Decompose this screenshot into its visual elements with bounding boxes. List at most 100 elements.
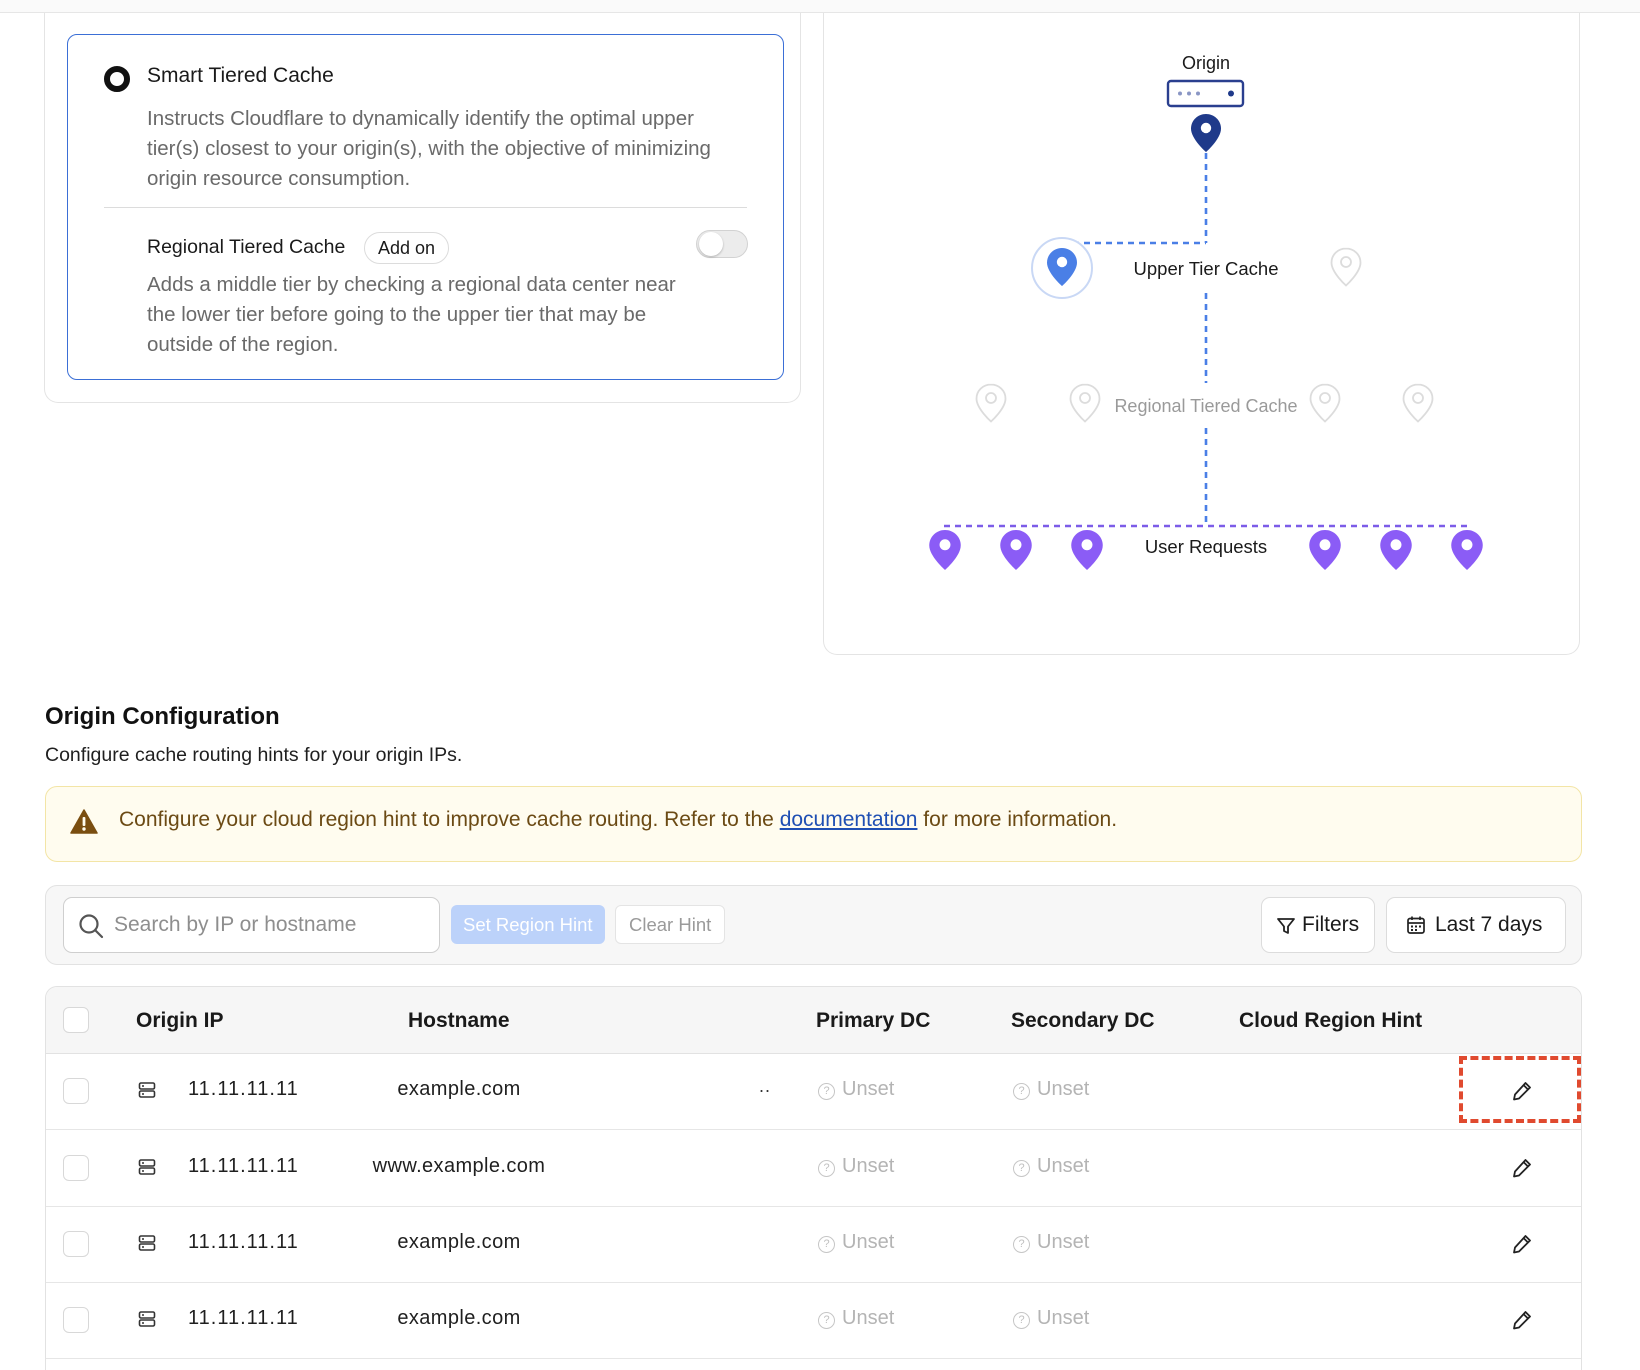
calendar-icon bbox=[1407, 916, 1425, 934]
regional-pin-icon bbox=[1402, 383, 1434, 423]
table-header: Origin IP Hostname Primary DC Secondary … bbox=[46, 987, 1581, 1054]
primary-dc-value: Unset bbox=[842, 1078, 895, 1100]
origin-label: Origin bbox=[1182, 53, 1230, 73]
origin-server-icon bbox=[1166, 79, 1245, 108]
server-icon bbox=[138, 1235, 156, 1251]
top-bar bbox=[0, 0, 1640, 13]
table-row[interactable]: 11.11.11.11 example.com ? Unset ? Unset bbox=[46, 1207, 1581, 1283]
region-hint-alert: Configure your cloud region hint to impr… bbox=[45, 786, 1582, 862]
help-circle-icon: ? bbox=[818, 1236, 835, 1253]
origin-ip-cell: 11.11.11.11 bbox=[188, 1078, 299, 1100]
option-divider bbox=[104, 207, 747, 208]
smart-tiered-cache-radio[interactable] bbox=[104, 66, 130, 92]
user-pin-icon bbox=[1071, 530, 1103, 570]
secondary-dc-value: Unset bbox=[1037, 1307, 1090, 1329]
smart-tiered-cache-title: Smart Tiered Cache bbox=[147, 64, 334, 87]
secondary-dc-value: Unset bbox=[1037, 1155, 1090, 1177]
alert-text-before: Configure your cloud region hint to impr… bbox=[119, 808, 780, 831]
diagram-connectors bbox=[1062, 153, 1208, 526]
edit-pencil-icon[interactable] bbox=[1511, 1233, 1533, 1255]
origin-table: Origin IP Hostname Primary DC Secondary … bbox=[45, 986, 1582, 1370]
header-origin-ip[interactable]: Origin IP bbox=[136, 1009, 224, 1033]
help-circle-icon: ? bbox=[1013, 1312, 1030, 1329]
regional-tiered-cache-description: Adds a middle tier by checking a regiona… bbox=[147, 273, 676, 356]
origin-configuration-title: Origin Configuration bbox=[45, 703, 280, 730]
inactive-pin-icon bbox=[1330, 247, 1362, 287]
filters-label: Filters bbox=[1302, 913, 1360, 936]
clear-hint-button[interactable]: Clear Hint bbox=[615, 905, 726, 944]
help-circle-icon: ? bbox=[1013, 1083, 1030, 1100]
regional-tiered-cache-label: Regional Tiered Cache bbox=[1114, 396, 1297, 416]
header-secondary-dc[interactable]: Secondary DC bbox=[1011, 1009, 1155, 1033]
regional-pin-icon bbox=[1069, 383, 1101, 423]
primary-dc-cell: ? Unset bbox=[818, 1078, 894, 1101]
warning-icon bbox=[70, 809, 98, 834]
set-region-hint-button[interactable]: Set Region Hint bbox=[451, 905, 605, 944]
regional-tiered-cache-toggle[interactable] bbox=[696, 230, 748, 258]
primary-dc-value: Unset bbox=[842, 1307, 895, 1329]
row-checkbox[interactable] bbox=[63, 1155, 89, 1181]
help-circle-icon: ? bbox=[1013, 1160, 1030, 1177]
search-input[interactable] bbox=[114, 898, 424, 952]
regional-pin-icon bbox=[1309, 383, 1341, 423]
user-pin-icon bbox=[1451, 530, 1483, 570]
table-toolbar: Set Region Hint Clear Hint Filters Last … bbox=[45, 885, 1582, 965]
origin-ip-cell: 11.11.11.11 bbox=[188, 1155, 299, 1177]
origin-ip-cell: 11.11.11.11 bbox=[188, 1231, 299, 1253]
primary-dc-cell: ? Unset bbox=[818, 1155, 894, 1178]
header-primary-dc[interactable]: Primary DC bbox=[816, 1009, 930, 1033]
help-circle-icon: ? bbox=[818, 1160, 835, 1177]
user-pin-icon bbox=[1309, 530, 1341, 570]
origin-configuration-subtitle: Configure cache routing hints for your o… bbox=[45, 744, 463, 766]
date-range-label: Last 7 days bbox=[1435, 913, 1543, 936]
primary-dc-cell: ? Unset bbox=[818, 1307, 894, 1330]
user-requests-label: User Requests bbox=[1145, 536, 1267, 557]
server-icon bbox=[138, 1311, 156, 1327]
date-range-button[interactable]: Last 7 days bbox=[1386, 897, 1566, 953]
row-checkbox[interactable] bbox=[63, 1231, 89, 1257]
search-box[interactable] bbox=[63, 897, 440, 953]
row-checkbox[interactable] bbox=[63, 1078, 89, 1104]
edit-pencil-icon[interactable] bbox=[1511, 1157, 1533, 1179]
filter-icon bbox=[1277, 918, 1295, 934]
user-pin-icon bbox=[929, 530, 961, 570]
hostname-cell: example.com bbox=[397, 1078, 521, 1100]
primary-dc-value: Unset bbox=[842, 1231, 895, 1253]
regional-tiered-cache-title: Regional Tiered Cache bbox=[147, 236, 346, 258]
hostname-cell: example.com bbox=[397, 1231, 521, 1253]
more-indicator: .. bbox=[759, 1076, 772, 1096]
edit-pencil-icon[interactable] bbox=[1511, 1309, 1533, 1331]
secondary-dc-value: Unset bbox=[1037, 1078, 1090, 1100]
server-icon bbox=[138, 1082, 156, 1098]
secondary-dc-cell: ? Unset bbox=[1013, 1307, 1089, 1330]
diagram-svg: Origin Upper Tier Cache Regional Tiered … bbox=[929, 53, 1483, 570]
secondary-dc-cell: ? Unset bbox=[1013, 1231, 1089, 1254]
edit-highlight-box bbox=[1459, 1056, 1581, 1123]
table-row[interactable]: 11.11.11.11 www.example.com ? Unset ? Unse… bbox=[46, 1131, 1581, 1207]
primary-dc-value: Unset bbox=[842, 1155, 895, 1177]
add-on-badge: Add on bbox=[364, 232, 450, 264]
primary-dc-cell: ? Unset bbox=[818, 1231, 894, 1254]
hostname-cell: www.example.com bbox=[372, 1155, 546, 1177]
documentation-link[interactable]: documentation bbox=[780, 808, 918, 831]
table-row[interactable]: 11.11.11.11 example.com .. ? Unset ? Unset bbox=[46, 1054, 1581, 1130]
secondary-dc-value: Unset bbox=[1037, 1231, 1090, 1253]
alert-message: Configure your cloud region hint to impr… bbox=[119, 808, 1117, 832]
secondary-dc-cell: ? Unset bbox=[1013, 1078, 1089, 1101]
secondary-dc-cell: ? Unset bbox=[1013, 1155, 1089, 1178]
user-pin-icon bbox=[1380, 530, 1412, 570]
user-pin-icon bbox=[1000, 530, 1032, 570]
select-all-checkbox[interactable] bbox=[63, 1007, 89, 1033]
help-circle-icon: ? bbox=[818, 1312, 835, 1329]
tiered-cache-diagram: Origin Upper Tier Cache Regional Tiered … bbox=[823, 13, 1580, 655]
regional-pin-icon bbox=[975, 383, 1007, 423]
hostname-cell: example.com bbox=[397, 1307, 521, 1329]
upper-tier-cache-label: Upper Tier Cache bbox=[1134, 258, 1279, 279]
header-cloud-region-hint[interactable]: Cloud Region Hint bbox=[1239, 1009, 1422, 1033]
origin-pin-icon bbox=[1191, 114, 1221, 152]
row-checkbox[interactable] bbox=[63, 1307, 89, 1333]
table-row[interactable]: 11.11.11.11 example.com ? Unset ? Unset bbox=[46, 1283, 1581, 1359]
alert-text-after: for more information. bbox=[917, 808, 1118, 831]
header-hostname[interactable]: Hostname bbox=[408, 1009, 510, 1033]
filters-button[interactable]: Filters bbox=[1261, 897, 1375, 953]
